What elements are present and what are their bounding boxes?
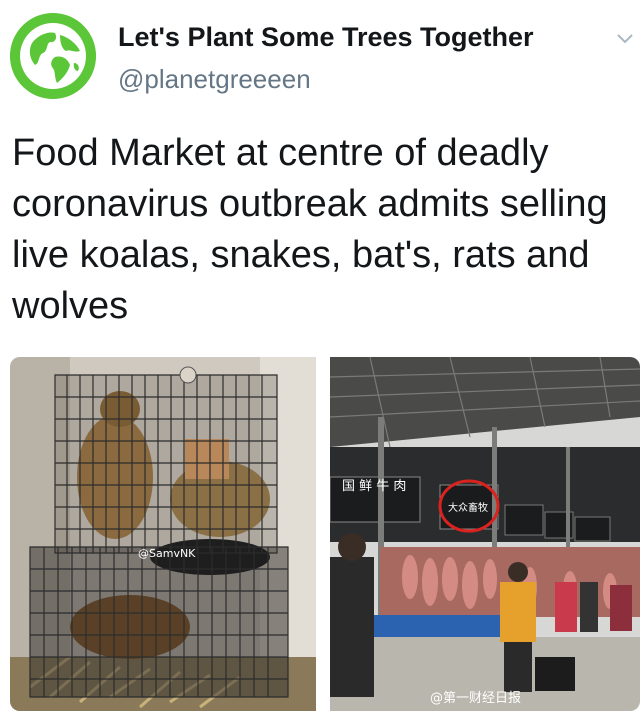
photo-market-stalls[interactable]: 国 鲜 牛 肉 大众畜牧 @第一财经日报	[330, 357, 640, 711]
cage-photo-illustration	[10, 357, 316, 711]
globe-icon	[10, 13, 96, 99]
chevron-down-icon[interactable]	[612, 26, 638, 52]
tweet-text: Food Market at centre of deadly coronavi…	[12, 132, 608, 327]
photo-cage-animals[interactable]: @SamvNK	[10, 357, 316, 711]
tweet-header: Let's Plant Some Trees Together @planetg…	[0, 0, 640, 110]
sign-highlighted: 大众畜牧	[448, 503, 488, 514]
sign-fresh-beef: 国 鲜 牛 肉	[342, 479, 407, 494]
display-name[interactable]: Let's Plant Some Trees Together	[118, 22, 534, 53]
photo-watermark-left: @SamvNK	[138, 547, 196, 560]
avatar[interactable]	[10, 13, 96, 99]
user-handle[interactable]: @planetgreeeen	[118, 64, 311, 95]
photo-watermark-right: @第一财经日报	[430, 691, 522, 706]
market-photo-illustration	[330, 357, 640, 711]
